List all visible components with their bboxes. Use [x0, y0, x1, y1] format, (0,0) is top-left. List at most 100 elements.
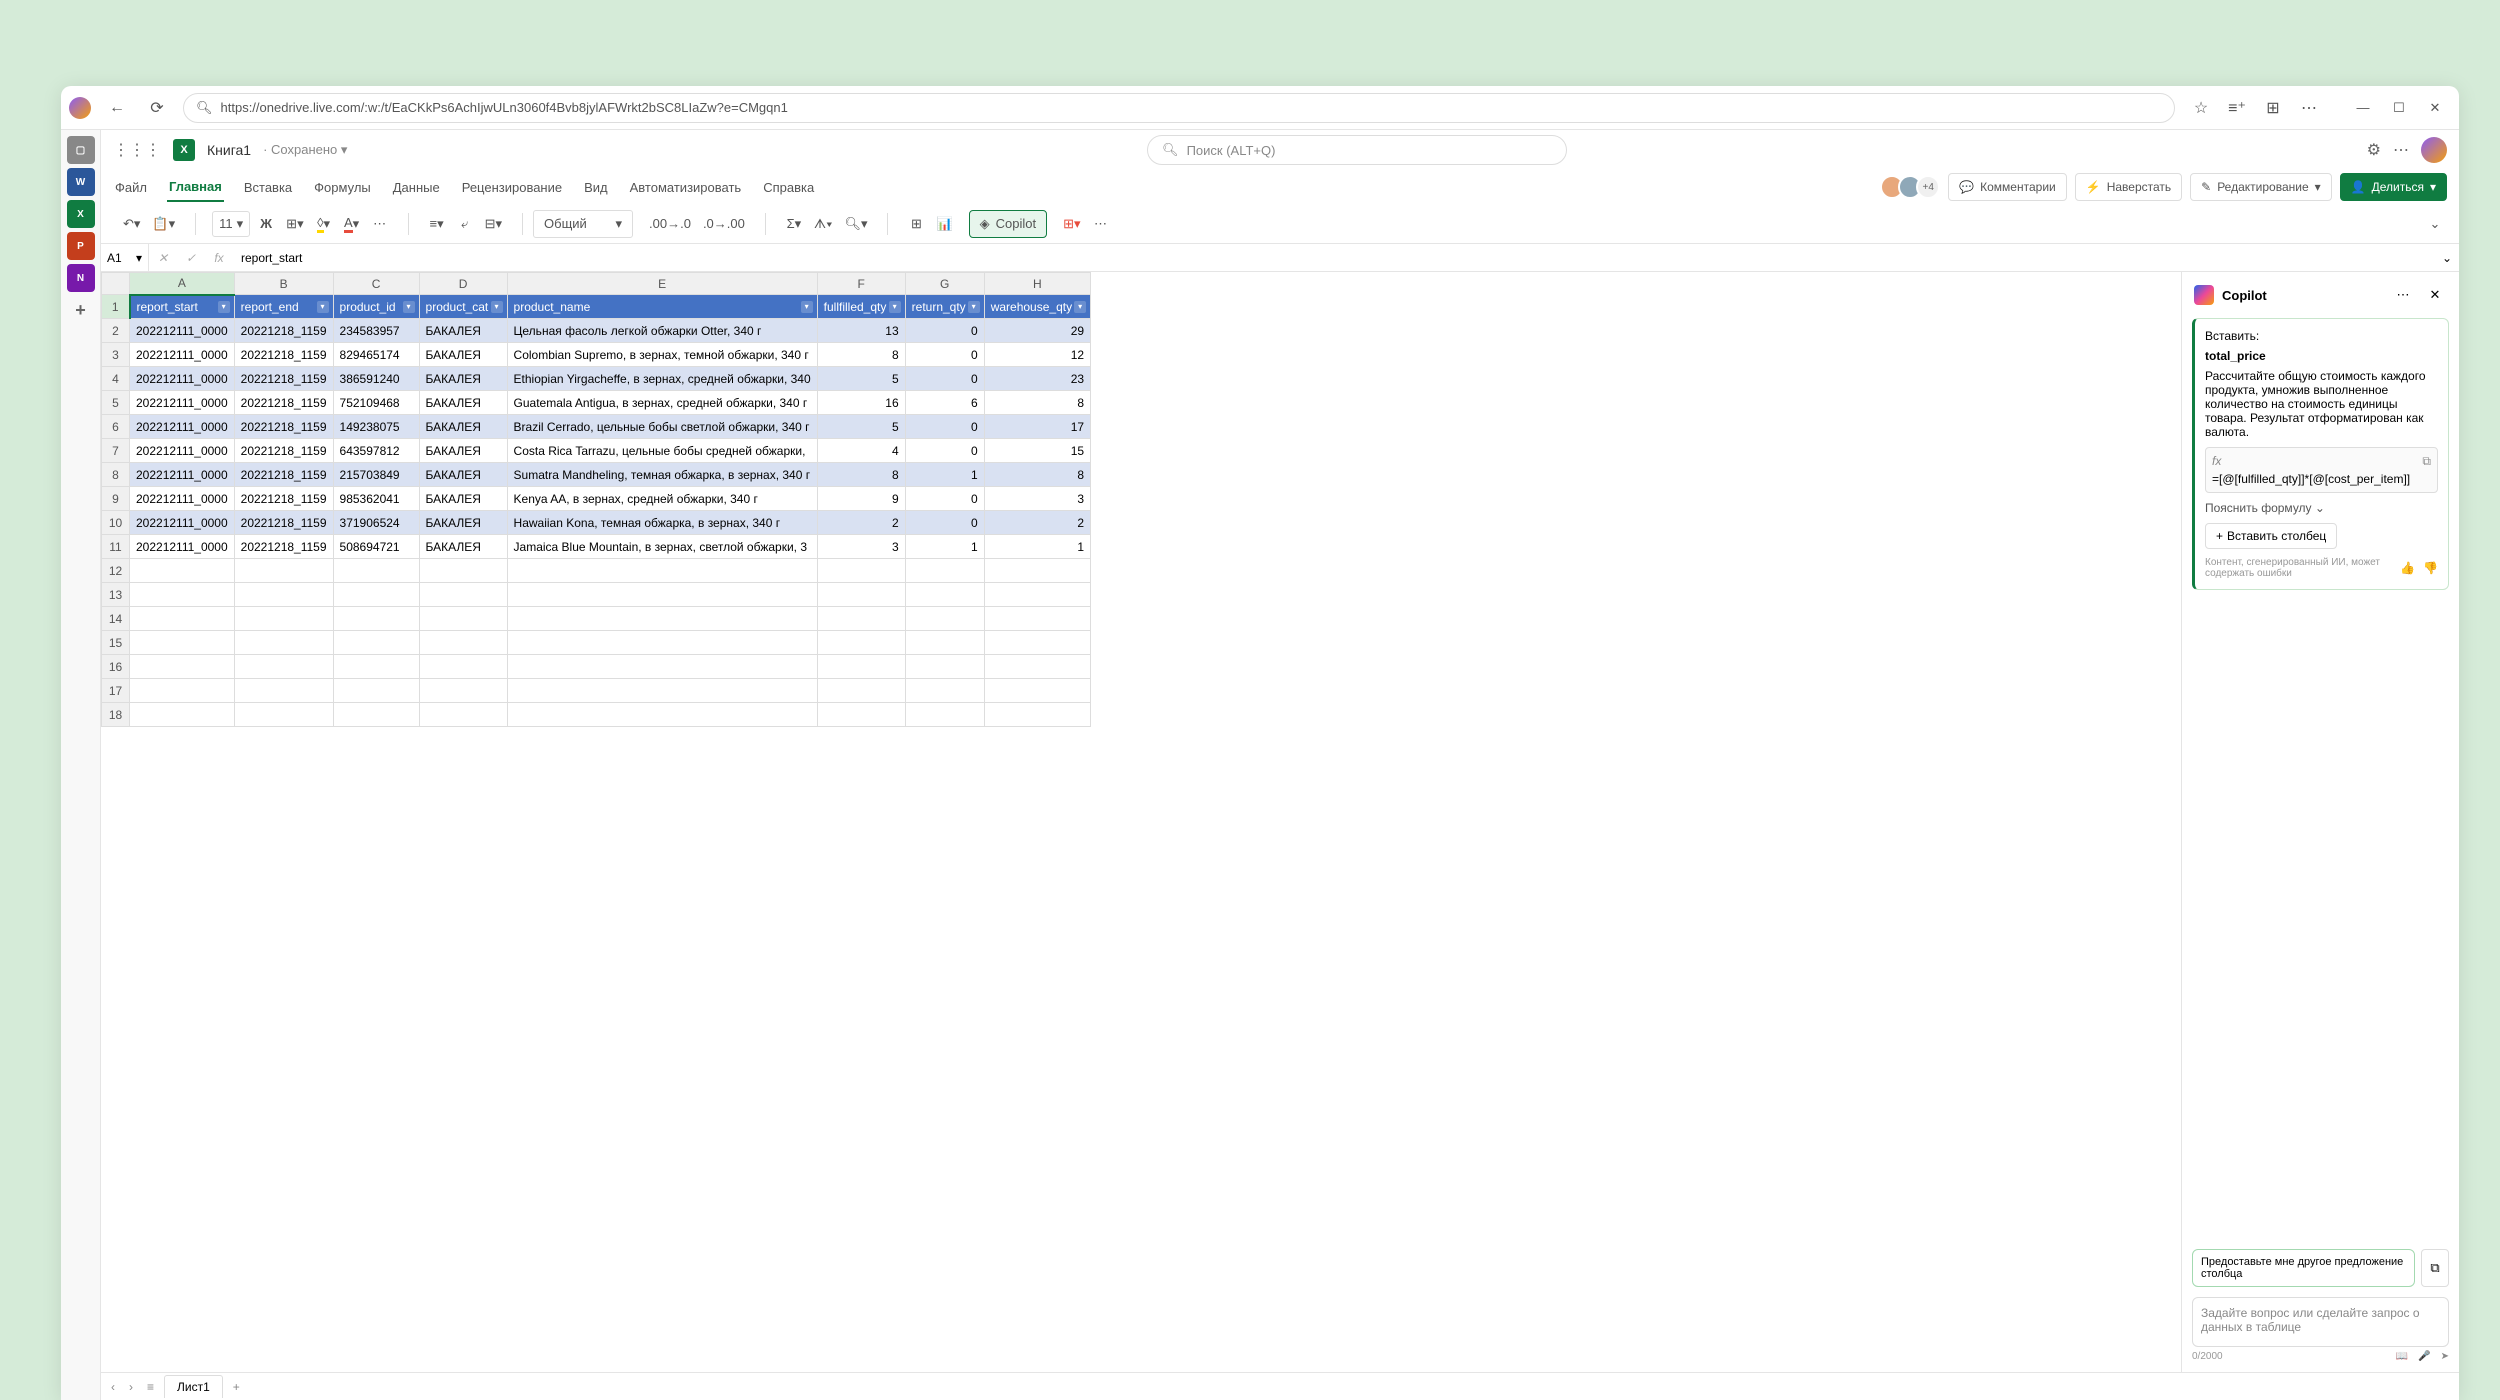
more-formatting-icon[interactable]: ⋯: [368, 211, 392, 237]
menu-view[interactable]: Вид: [582, 174, 610, 201]
cell[interactable]: [234, 583, 333, 607]
cell[interactable]: [419, 607, 507, 631]
sort-filter-button[interactable]: ᗑ▾: [810, 211, 837, 237]
cell[interactable]: report_start: [130, 295, 235, 319]
cell[interactable]: 234583957: [333, 319, 419, 343]
favorite-icon[interactable]: ☆: [2187, 94, 2215, 122]
column-header[interactable]: G: [905, 273, 984, 295]
cell[interactable]: product_name: [507, 295, 817, 319]
paste-button[interactable]: 📋▾: [148, 211, 179, 237]
cell[interactable]: 3: [984, 487, 1090, 511]
cell[interactable]: [507, 703, 817, 727]
cancel-formula-icon[interactable]: ✕: [149, 244, 177, 271]
align-button[interactable]: ≡▾: [425, 211, 449, 237]
cell[interactable]: Costa Rica Tarrazu, цельные бобы средней…: [507, 439, 817, 463]
analyze-icon[interactable]: 📊: [932, 211, 956, 237]
cell[interactable]: [817, 583, 905, 607]
user-avatar[interactable]: [2421, 137, 2447, 163]
row-header[interactable]: 11: [102, 535, 130, 559]
cell[interactable]: [333, 679, 419, 703]
cell[interactable]: 202212111_0000: [130, 463, 235, 487]
cell[interactable]: 12: [984, 343, 1090, 367]
cell[interactable]: 8: [817, 343, 905, 367]
cell[interactable]: 15: [984, 439, 1090, 463]
formula-bar[interactable]: report_start: [233, 251, 2435, 265]
cell[interactable]: 0: [905, 367, 984, 391]
increase-decimal-button[interactable]: .0→.00: [699, 211, 749, 237]
cell[interactable]: 371906524: [333, 511, 419, 535]
catchup-button[interactable]: ⚡ Наверстать: [2075, 173, 2182, 201]
cell[interactable]: [333, 559, 419, 583]
thumbs-up-icon[interactable]: 👍: [2400, 561, 2415, 575]
column-header[interactable]: D: [419, 273, 507, 295]
sidebar-onenote-icon[interactable]: N: [67, 264, 95, 292]
sidebar-word-icon[interactable]: W: [67, 168, 95, 196]
row-header[interactable]: 1: [102, 295, 130, 319]
bold-button[interactable]: Ж: [254, 211, 278, 237]
cell[interactable]: [817, 607, 905, 631]
settings-icon[interactable]: ⚙: [2367, 140, 2381, 160]
cell[interactable]: warehouse_qty: [984, 295, 1090, 319]
sidebar-tab-icon[interactable]: ▢: [67, 136, 95, 164]
cell[interactable]: 202212111_0000: [130, 415, 235, 439]
cell[interactable]: [507, 631, 817, 655]
cell[interactable]: 1: [905, 535, 984, 559]
cell[interactable]: 202212111_0000: [130, 487, 235, 511]
cell[interactable]: 20221218_1159: [234, 415, 333, 439]
cell[interactable]: [234, 679, 333, 703]
cell[interactable]: 202212111_0000: [130, 439, 235, 463]
menu-data[interactable]: Данные: [391, 174, 442, 201]
more-icon[interactable]: ⋯: [2393, 140, 2409, 160]
cell[interactable]: [234, 607, 333, 631]
cell[interactable]: fullfilled_qty: [817, 295, 905, 319]
menu-insert[interactable]: Вставка: [242, 174, 294, 201]
cell[interactable]: 0: [905, 511, 984, 535]
cell[interactable]: product_id: [333, 295, 419, 319]
fill-color-button[interactable]: ◊▾: [312, 211, 336, 237]
row-header[interactable]: 17: [102, 679, 130, 703]
column-header[interactable]: F: [817, 273, 905, 295]
sidebar-excel-icon[interactable]: X: [67, 200, 95, 228]
cell[interactable]: [130, 559, 235, 583]
cell[interactable]: 6: [905, 391, 984, 415]
cell[interactable]: 20221218_1159: [234, 511, 333, 535]
cell[interactable]: 20221218_1159: [234, 535, 333, 559]
copilot-close-icon[interactable]: ✕: [2423, 282, 2447, 308]
cell[interactable]: [507, 679, 817, 703]
font-size-selector[interactable]: 11 ▾: [212, 211, 250, 237]
autosum-button[interactable]: Σ▾: [782, 211, 806, 237]
cell[interactable]: 20221218_1159: [234, 319, 333, 343]
cell[interactable]: [419, 631, 507, 655]
sheet-list-icon[interactable]: ≡: [143, 1380, 158, 1394]
row-header[interactable]: 5: [102, 391, 130, 415]
extensions-icon[interactable]: ⊞: [2259, 94, 2287, 122]
explain-formula-link[interactable]: Пояснить формулу ⌄: [2205, 501, 2438, 515]
row-header[interactable]: 6: [102, 415, 130, 439]
cell[interactable]: [234, 559, 333, 583]
document-title[interactable]: Книга1: [207, 142, 251, 158]
cell[interactable]: 16: [817, 391, 905, 415]
cell[interactable]: БАКАЛЕЯ: [419, 343, 507, 367]
cell[interactable]: [905, 583, 984, 607]
cell[interactable]: Guatemala Antigua, в зернах, средней обж…: [507, 391, 817, 415]
cell[interactable]: Jamaica Blue Mountain, в зернах, светлой…: [507, 535, 817, 559]
column-header[interactable]: C: [333, 273, 419, 295]
cell[interactable]: [984, 703, 1090, 727]
cell[interactable]: Colombian Supremo, в зернах, темной обжа…: [507, 343, 817, 367]
column-header[interactable]: B: [234, 273, 333, 295]
select-all-corner[interactable]: [102, 273, 130, 295]
share-button[interactable]: 👤 Делиться ▾: [2340, 173, 2447, 201]
cell[interactable]: [817, 631, 905, 655]
input-send-icon[interactable]: ➤: [2441, 1351, 2449, 1362]
row-header[interactable]: 8: [102, 463, 130, 487]
minimize-button[interactable]: —: [2347, 94, 2379, 122]
url-bar[interactable]: 🔍︎ https://onedrive.live.com/:w:/t/EaCKk…: [183, 93, 2175, 123]
cell[interactable]: [333, 703, 419, 727]
cell[interactable]: 0: [905, 439, 984, 463]
cell[interactable]: 0: [905, 487, 984, 511]
cell[interactable]: 8: [817, 463, 905, 487]
cell[interactable]: 1: [984, 535, 1090, 559]
sheet-tab[interactable]: Лист1: [164, 1375, 223, 1398]
cell[interactable]: [905, 703, 984, 727]
cell[interactable]: [130, 679, 235, 703]
